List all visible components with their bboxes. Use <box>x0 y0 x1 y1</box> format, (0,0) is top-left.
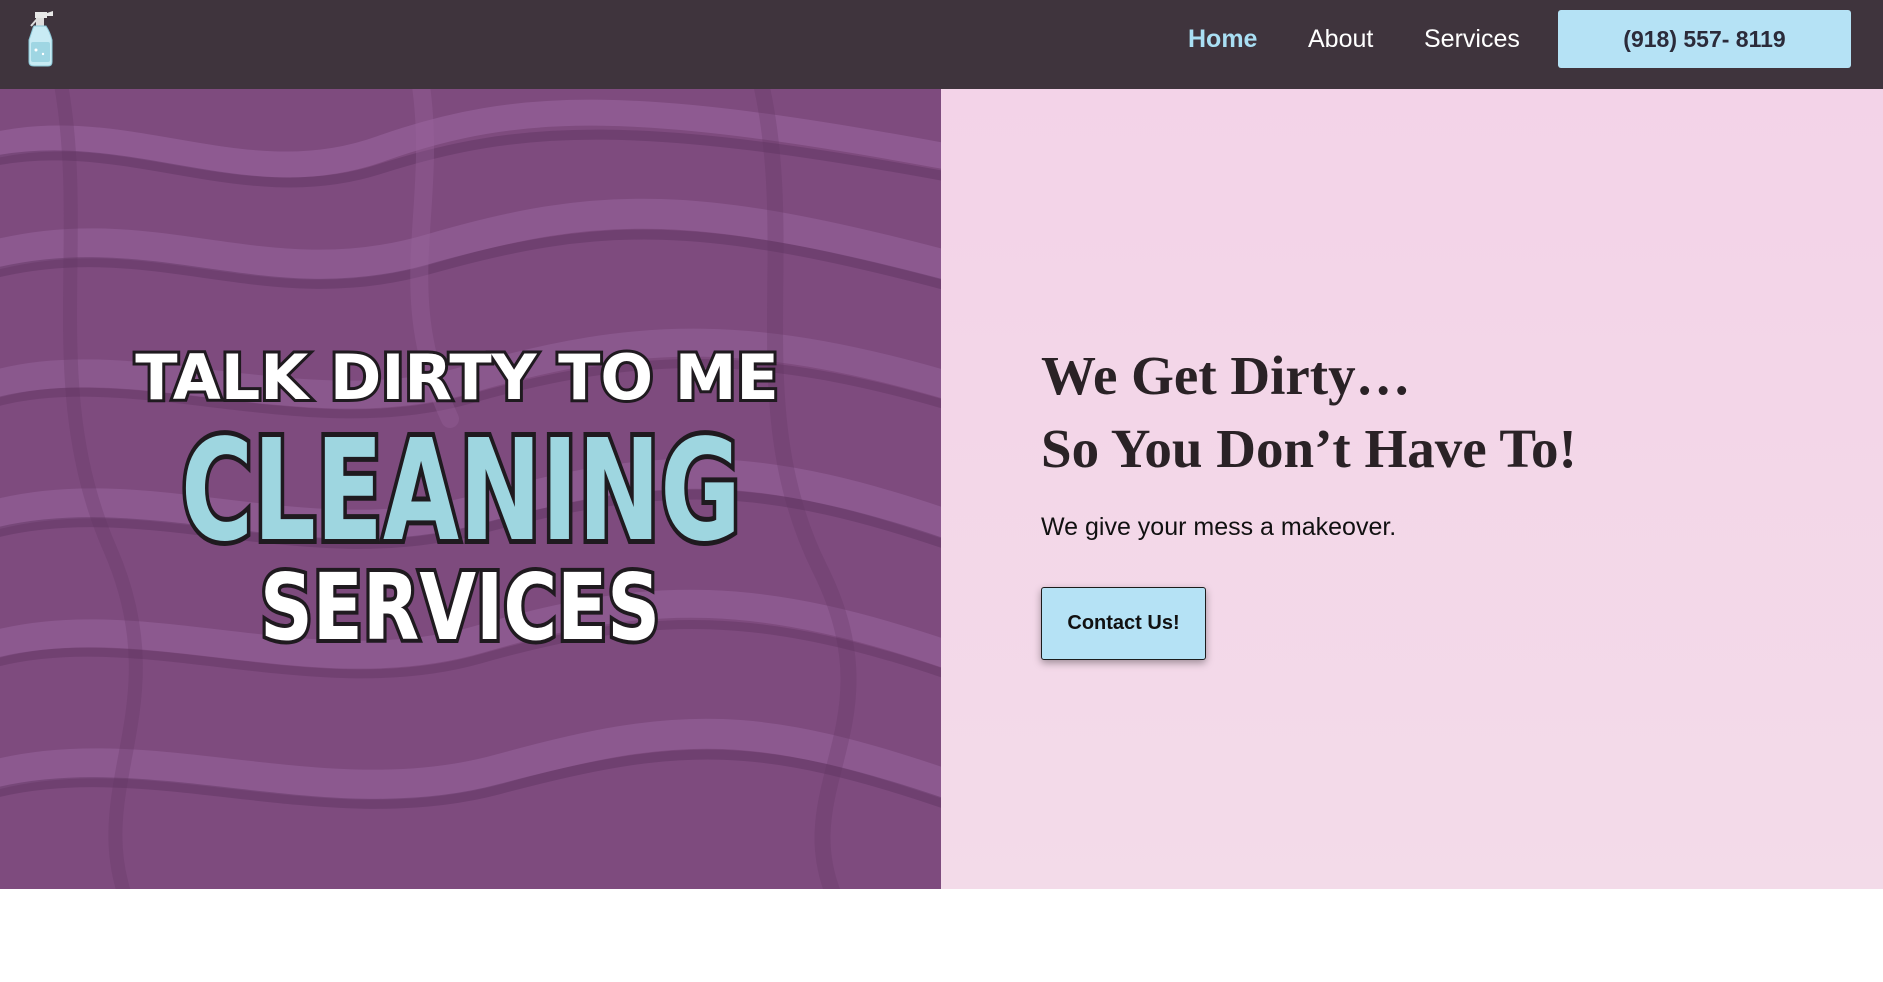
hero-headline: We Get Dirty… So You Don’t Have To! <box>1041 339 1577 485</box>
hero-content: We Get Dirty… So You Don’t Have To! We g… <box>941 89 1883 889</box>
hero-fabric-image: TALK DIRTY TO ME CLEANING SERVICES <box>0 89 941 889</box>
logo-line-2: CLEANING <box>181 410 741 573</box>
phone-button[interactable]: (918) 557- 8119 <box>1558 10 1851 68</box>
nav-about[interactable]: About <box>1308 0 1373 79</box>
spray-bottle-icon[interactable] <box>22 10 56 68</box>
logo-line-1: TALK DIRTY TO ME <box>135 341 779 414</box>
site-header: Home About Services (918) 557- 8119 <box>0 0 1883 89</box>
nav-services[interactable]: Services <box>1424 0 1520 79</box>
headline-line-1: We Get Dirty… <box>1041 345 1411 406</box>
logo-line-3: SERVICES <box>260 554 660 661</box>
hero-subtext: We give your mess a makeover. <box>1041 513 1397 541</box>
contact-us-button[interactable]: Contact Us! <box>1041 587 1206 660</box>
nav-home[interactable]: Home <box>1188 0 1257 79</box>
headline-line-2: So You Don’t Have To! <box>1041 418 1577 479</box>
